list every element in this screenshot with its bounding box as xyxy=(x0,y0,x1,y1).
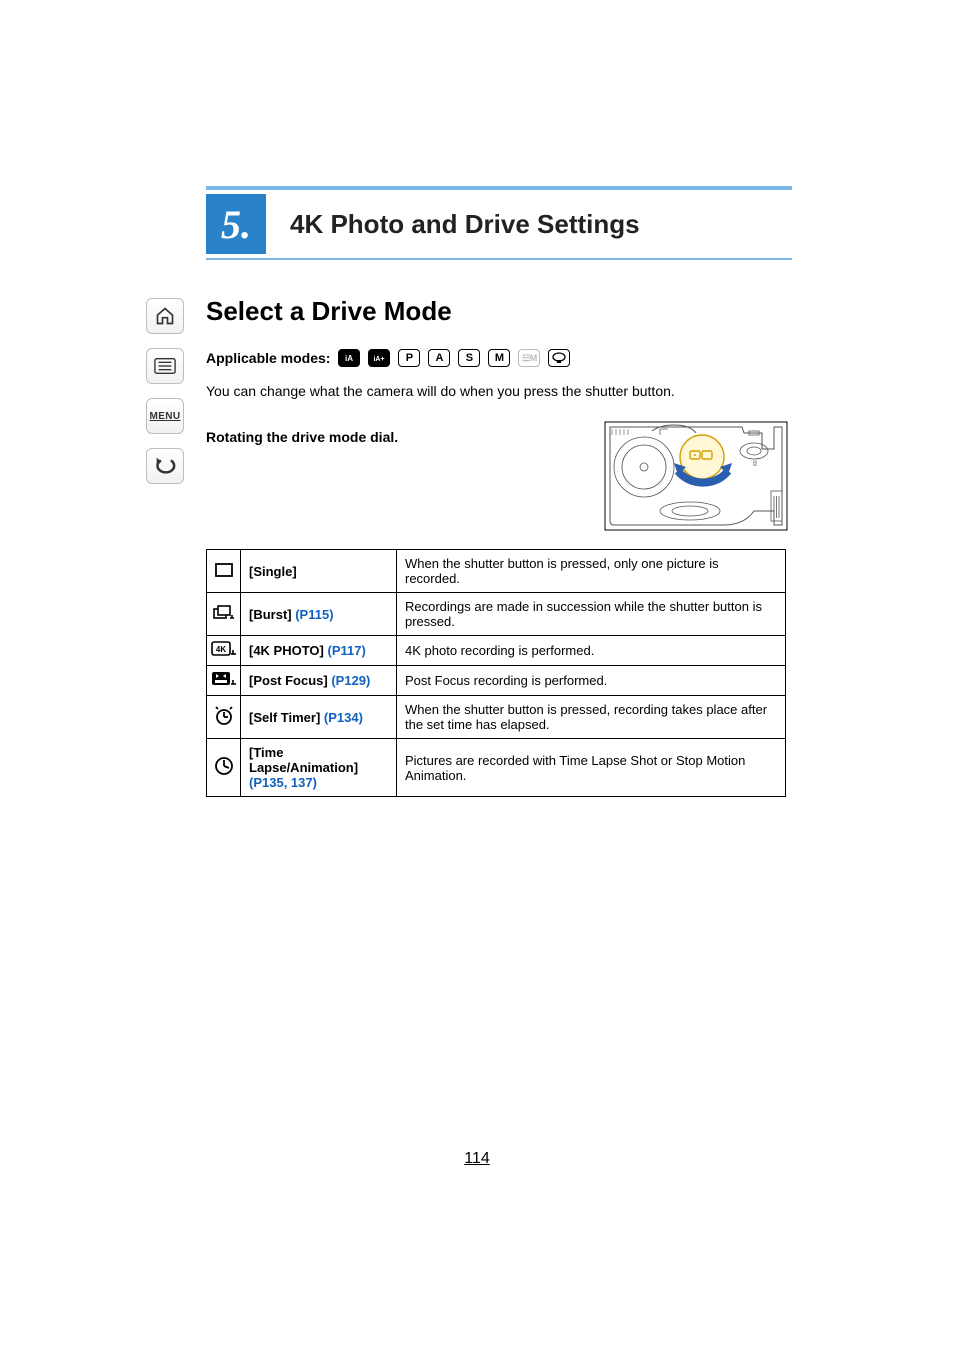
table-row: 4K [4K PHOTO] (P117) 4K photo recording … xyxy=(207,636,786,666)
page-link[interactable]: (P135, 137) xyxy=(249,775,317,790)
camera-dial-diagram: 60 xyxy=(604,421,788,531)
timelapse-icon xyxy=(207,739,241,797)
chapter-number: 5. xyxy=(206,194,266,254)
mode-desc: Post Focus recording is performed. xyxy=(397,666,786,696)
mode-desc: Pictures are recorded with Time Lapse Sh… xyxy=(397,739,786,797)
page-link[interactable]: (P134) xyxy=(324,710,363,725)
svg-text:60: 60 xyxy=(753,460,759,466)
mode-label: [4K PHOTO] (P117) xyxy=(241,636,397,666)
mode-ia-icon: iA xyxy=(338,349,360,367)
mode-desc: When the shutter button is pressed, only… xyxy=(397,550,786,593)
home-icon[interactable] xyxy=(146,298,184,334)
mode-label: [Post Focus] (P129) xyxy=(241,666,397,696)
svg-text:iA: iA xyxy=(345,354,353,363)
intro-text: You can change what the camera will do w… xyxy=(206,383,786,399)
mode-label: [Burst] (P115) xyxy=(241,593,397,636)
postfocus-icon xyxy=(207,666,241,696)
mode-label: [Self Timer] (P134) xyxy=(241,696,397,739)
mode-desc: 4K photo recording is performed. xyxy=(397,636,786,666)
toc-icon[interactable] xyxy=(146,348,184,384)
mode-label: [Time Lapse/Animation] (P135, 137) xyxy=(241,739,397,797)
selftimer-icon xyxy=(207,696,241,739)
mode-ia-plus-icon: iA+ xyxy=(368,349,390,367)
table-row: [Self Timer] (P134) When the shutter but… xyxy=(207,696,786,739)
mode-p-icon: P xyxy=(398,349,420,367)
back-icon[interactable] xyxy=(146,448,184,484)
chapter-header: 5. 4K Photo and Drive Settings xyxy=(206,186,792,260)
svg-text:4K: 4K xyxy=(215,645,225,654)
mode-desc: Recordings are made in succession while … xyxy=(397,593,786,636)
mode-s-icon: S xyxy=(458,349,480,367)
mode-a-icon: A xyxy=(428,349,450,367)
page-number[interactable]: 114 xyxy=(0,1150,954,1168)
menu-button[interactable]: MENU xyxy=(146,398,184,434)
table-row: [Post Focus] (P129) Post Focus recording… xyxy=(207,666,786,696)
table-row: [Single] When the shutter button is pres… xyxy=(207,550,786,593)
drive-mode-table: [Single] When the shutter button is pres… xyxy=(206,549,786,797)
mode-scene-icon xyxy=(548,349,570,367)
table-row: [Time Lapse/Animation] (P135, 137) Pictu… xyxy=(207,739,786,797)
table-row: [Burst] (P115) Recordings are made in su… xyxy=(207,593,786,636)
single-icon xyxy=(207,550,241,593)
mode-label: [Single] xyxy=(241,550,397,593)
svg-text:iA+: iA+ xyxy=(374,356,385,363)
applicable-modes-label: Applicable modes: xyxy=(206,350,330,366)
4k-icon: 4K xyxy=(207,636,241,666)
chapter-title: 4K Photo and Drive Settings xyxy=(290,209,640,240)
page-title: Select a Drive Mode xyxy=(206,296,786,327)
mode-movie-icon: ☳M xyxy=(518,349,540,367)
mode-desc: When the shutter button is pressed, reco… xyxy=(397,696,786,739)
applicable-modes: Applicable modes: iA iA+ P A S M ☳M xyxy=(206,349,786,367)
side-nav: MENU xyxy=(146,298,186,498)
page-link[interactable]: (P115) xyxy=(295,607,333,622)
page-link[interactable]: (P117) xyxy=(328,643,366,658)
burst-icon xyxy=(207,593,241,636)
mode-m-icon: M xyxy=(488,349,510,367)
page-link[interactable]: (P129) xyxy=(331,673,370,688)
